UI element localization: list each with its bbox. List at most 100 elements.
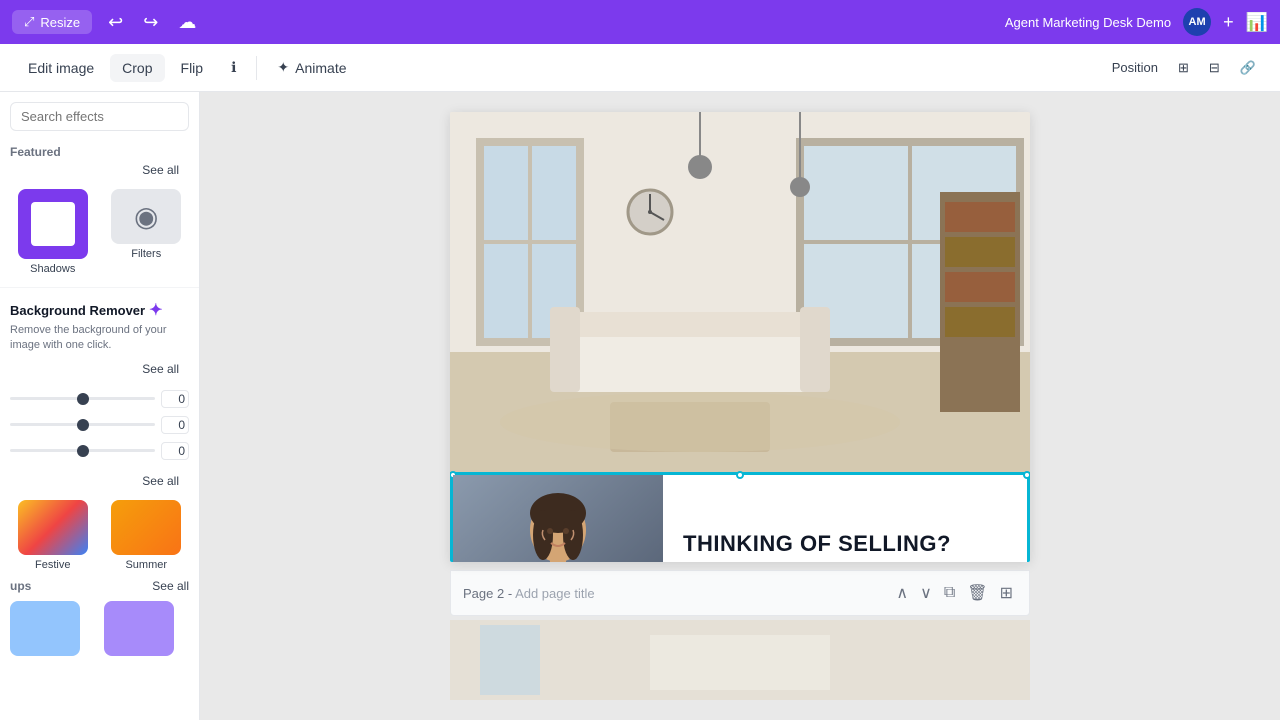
festive-label: Festive — [35, 559, 70, 571]
redo-button[interactable]: ↪ — [139, 8, 162, 37]
see-all-sliders-link[interactable]: See all — [132, 362, 189, 376]
left-sidebar: Featured See all Shadows ◉ Filters Backg… — [0, 92, 200, 720]
undo-button[interactable]: ↩ — [104, 8, 127, 37]
page2-more-button[interactable]: ⊞ — [996, 579, 1017, 607]
cloud-icon: ☁ — [178, 12, 196, 33]
mockup-thumb-2[interactable] — [104, 601, 174, 656]
mockups-label: ups — [10, 579, 31, 593]
sidebar-search-container — [0, 92, 199, 137]
page2-delete-button[interactable]: 🗑 — [963, 579, 991, 607]
redo-icon: ↪ — [143, 12, 158, 33]
festive-thumb — [18, 500, 88, 555]
selection-handle-tm[interactable] — [736, 471, 744, 479]
link-button[interactable]: 🔗 — [1232, 54, 1264, 82]
shadows-label: Shadows — [30, 263, 75, 275]
slider-thumb-1[interactable] — [77, 393, 89, 405]
page2-duplicate-button[interactable]: ⧉ — [940, 579, 959, 607]
see-all-mockups-link[interactable]: See all — [152, 579, 189, 593]
shadows-thumb — [18, 189, 88, 259]
animate-icon: ✦ — [277, 59, 289, 76]
layout-button[interactable]: ⊟ — [1201, 54, 1228, 82]
search-input[interactable] — [10, 102, 189, 131]
page2-up-button[interactable]: ∧ — [892, 579, 912, 607]
edit-image-label: Edit image — [28, 60, 94, 76]
page2-label: Page 2 - Add page title — [463, 586, 884, 601]
user-avatar: AM — [1183, 8, 1211, 36]
sliders-section: 0 0 0 — [0, 384, 199, 474]
animate-label: Animate — [295, 60, 346, 76]
cloud-save-button[interactable]: ☁ — [174, 8, 200, 37]
crop-label: Crop — [122, 60, 152, 76]
room-image — [450, 112, 1030, 472]
canvas-area[interactable]: THINKING OF SELLING? Now is a great time… — [200, 92, 1280, 720]
analytics-button[interactable]: 📊 — [1246, 12, 1268, 33]
animate-button[interactable]: ✦ Animate — [265, 53, 358, 82]
filters-label: Filters — [131, 248, 161, 260]
position-button[interactable]: Position — [1104, 54, 1166, 81]
filters-thumb: ◉ — [111, 189, 181, 244]
page2-down-button[interactable]: ∨ — [916, 579, 936, 607]
summer-label: Summer — [125, 559, 167, 571]
toolbar-separator-1 — [256, 56, 257, 80]
design-card[interactable]: THINKING OF SELLING? Now is a great time… — [450, 112, 1030, 562]
see-all-effects-link[interactable]: See all — [132, 163, 189, 177]
bg-remover-title: Background Remover ✦ — [10, 300, 189, 320]
crop-button[interactable]: Crop — [110, 54, 164, 82]
undo-icon: ↩ — [108, 12, 123, 33]
slider-value-2[interactable]: 0 — [161, 416, 189, 434]
filter-presets-grid: Festive Summer — [0, 496, 199, 575]
page2-title-input[interactable]: Add page title — [515, 586, 595, 601]
design-text-area: THINKING OF SELLING? Now is a great time… — [663, 475, 1027, 562]
slider-row-2: 0 — [10, 416, 189, 434]
sparkle-icon: ✦ — [149, 300, 162, 320]
page2-bar: Page 2 - Add page title ∧ ∨ ⧉ 🗑 ⊞ — [450, 570, 1030, 616]
edit-image-button[interactable]: Edit image — [16, 54, 106, 82]
flip-label: Flip — [181, 60, 204, 76]
slider-row-1: 0 — [10, 390, 189, 408]
slider-thumb-3[interactable] — [77, 445, 89, 457]
bg-remover-desc: Remove the background of your image with… — [10, 323, 189, 354]
shadows-effect[interactable]: Shadows — [10, 189, 96, 275]
design-lower-section: THINKING OF SELLING? Now is a great time… — [450, 472, 1030, 562]
secondary-toolbar: Edit image Crop Flip ℹ ✦ Animate Positio… — [0, 44, 1280, 92]
summer-filter[interactable]: Summer — [104, 500, 190, 571]
info-icon: ℹ — [231, 59, 236, 76]
see-all-filters-link[interactable]: See all — [132, 474, 189, 488]
featured-section-label: Featured — [0, 137, 199, 163]
main-content: Featured See all Shadows ◉ Filters Backg… — [0, 92, 1280, 720]
slider-row-3: 0 — [10, 442, 189, 460]
app-title: Agent Marketing Desk Demo — [1005, 15, 1171, 30]
add-button[interactable]: + — [1223, 12, 1234, 33]
sidebar-divider-1 — [0, 287, 199, 288]
bg-remover-section: Background Remover ✦ Remove the backgrou… — [0, 296, 199, 358]
topbar: ⤢ Resize ↩ ↪ ☁ Agent Marketing Desk Demo… — [0, 0, 1280, 44]
festive-filter[interactable]: Festive — [10, 500, 96, 571]
slider-value-1[interactable]: 0 — [161, 390, 189, 408]
flip-button[interactable]: Flip — [169, 54, 216, 82]
resize-button[interactable]: ⤢ Resize — [12, 10, 92, 34]
effects-grid: Shadows ◉ Filters — [0, 185, 199, 279]
slider-track-1 — [10, 397, 155, 400]
info-button[interactable]: ℹ — [219, 53, 248, 82]
slider-thumb-2[interactable] — [77, 419, 89, 431]
mockups-header: ups See all — [0, 575, 199, 597]
link-icon: 🔗 — [1240, 60, 1256, 76]
resize-label: Resize — [40, 15, 80, 30]
shadows-inner — [31, 202, 75, 246]
layout-icon: ⊟ — [1209, 60, 1220, 76]
filters-effect[interactable]: ◉ Filters — [104, 189, 190, 275]
slider-track-3 — [10, 449, 155, 452]
design-headline: THINKING OF SELLING? — [683, 531, 1007, 557]
mockups-grid — [0, 597, 199, 660]
mockup-thumb-1[interactable] — [10, 601, 80, 656]
page2-preview — [450, 620, 1030, 700]
filter-icon: ⊞ — [1178, 60, 1189, 76]
agent-photo — [453, 475, 663, 562]
slider-value-3[interactable]: 0 — [161, 442, 189, 460]
resize-icon: ⤢ — [24, 14, 34, 30]
position-label: Position — [1112, 60, 1158, 75]
page2-actions: ∧ ∨ ⧉ 🗑 ⊞ — [892, 579, 1017, 607]
slider-track-2 — [10, 423, 155, 426]
filter-panel-button[interactable]: ⊞ — [1170, 54, 1197, 82]
selection-handle-tr[interactable] — [1023, 471, 1030, 479]
